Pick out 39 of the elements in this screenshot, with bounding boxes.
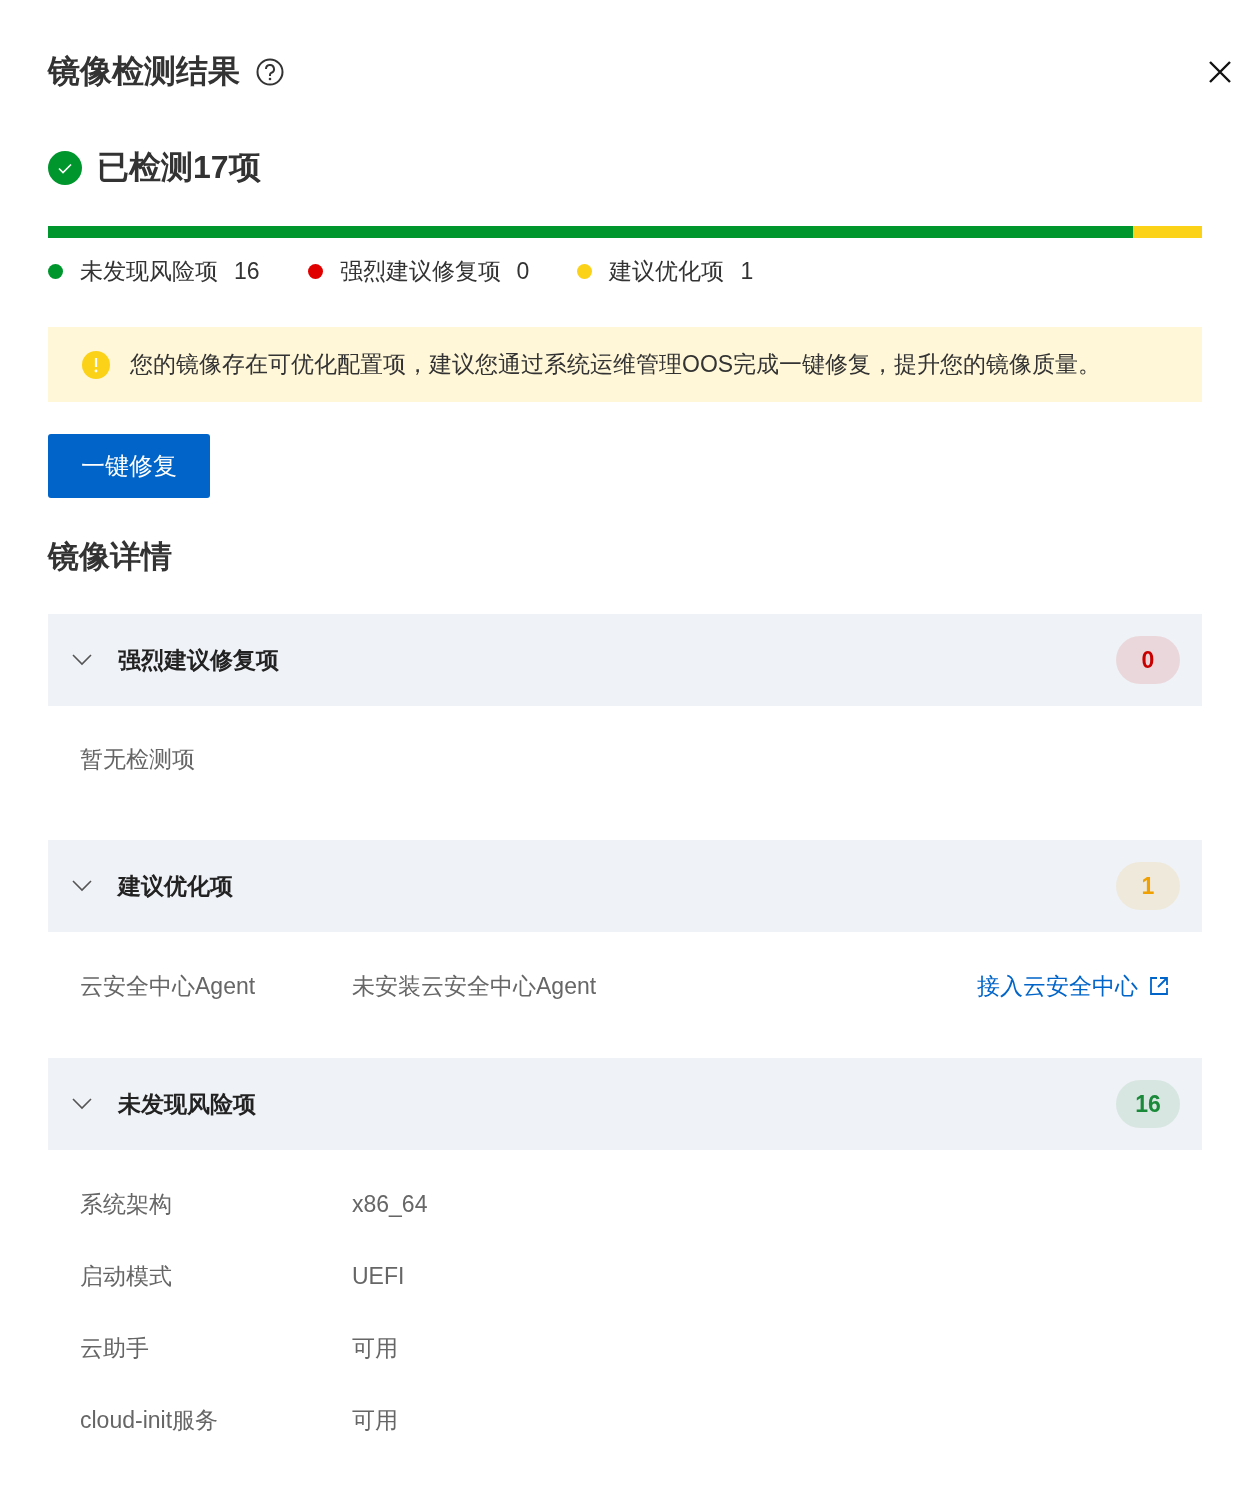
item-label: 云安全中心Agent (80, 971, 257, 1001)
fix-button[interactable]: 一键修复 (48, 434, 210, 498)
legend-count: 1 (740, 258, 754, 285)
legend-label: 建议优化项 (609, 257, 725, 286)
section-heading: 镜像详情 (48, 538, 173, 576)
legend-label: 未发现风险项 (80, 257, 218, 286)
item-label: 启动模式 (80, 1261, 173, 1291)
panel-title: 镜像检测结果 (48, 52, 240, 91)
external-link-icon[interactable] (1148, 975, 1170, 997)
count-badge: 16 (1116, 1080, 1180, 1128)
warning-icon (82, 350, 110, 379)
external-link[interactable]: 接入云安全中心 (977, 970, 1138, 1002)
item-label: 系统架构 (80, 1189, 173, 1219)
item-value: 可用 (352, 1333, 398, 1363)
item-value: 可用 (352, 1405, 398, 1435)
count-badge: 0 (1116, 636, 1180, 684)
item-value: 未安装云安全中心Agent (352, 971, 597, 1001)
collapse-title: 强烈建议修复项 (118, 645, 279, 675)
count-badge: 1 (1116, 862, 1180, 910)
collapse-header[interactable]: 强烈建议修复项 0 (48, 614, 1202, 706)
collapse-header[interactable]: 建议优化项 1 (48, 840, 1202, 932)
empty-text: 暂无检测项 (80, 745, 196, 774)
collapse-header[interactable]: 未发现风险项 16 (48, 1058, 1202, 1150)
help-icon[interactable] (256, 58, 284, 86)
item-value: x86_64 (352, 1190, 428, 1218)
item-label: 云助手 (80, 1333, 150, 1363)
chevron-icon[interactable] (72, 880, 92, 892)
legend-count: 16 (234, 258, 260, 285)
legend-label: 强烈建议修复项 (339, 257, 501, 286)
legend-count: 0 (516, 258, 530, 285)
collapse-title: 建议优化项 (118, 871, 233, 901)
chevron-icon[interactable] (72, 1098, 92, 1110)
item-value: UEFI (352, 1262, 405, 1290)
collapse-title: 未发现风险项 (118, 1089, 256, 1119)
alert-message: 您的镜像存在可优化配置项，建议您通过系统运维管理OOS完成一键修复，提升您的镜像质量。 (130, 350, 1102, 379)
chevron-icon[interactable] (72, 654, 92, 666)
close-icon[interactable] (1208, 60, 1232, 84)
item-label: cloud-init服务 (80, 1405, 220, 1435)
summary-text: 已检测17项 (97, 148, 261, 187)
